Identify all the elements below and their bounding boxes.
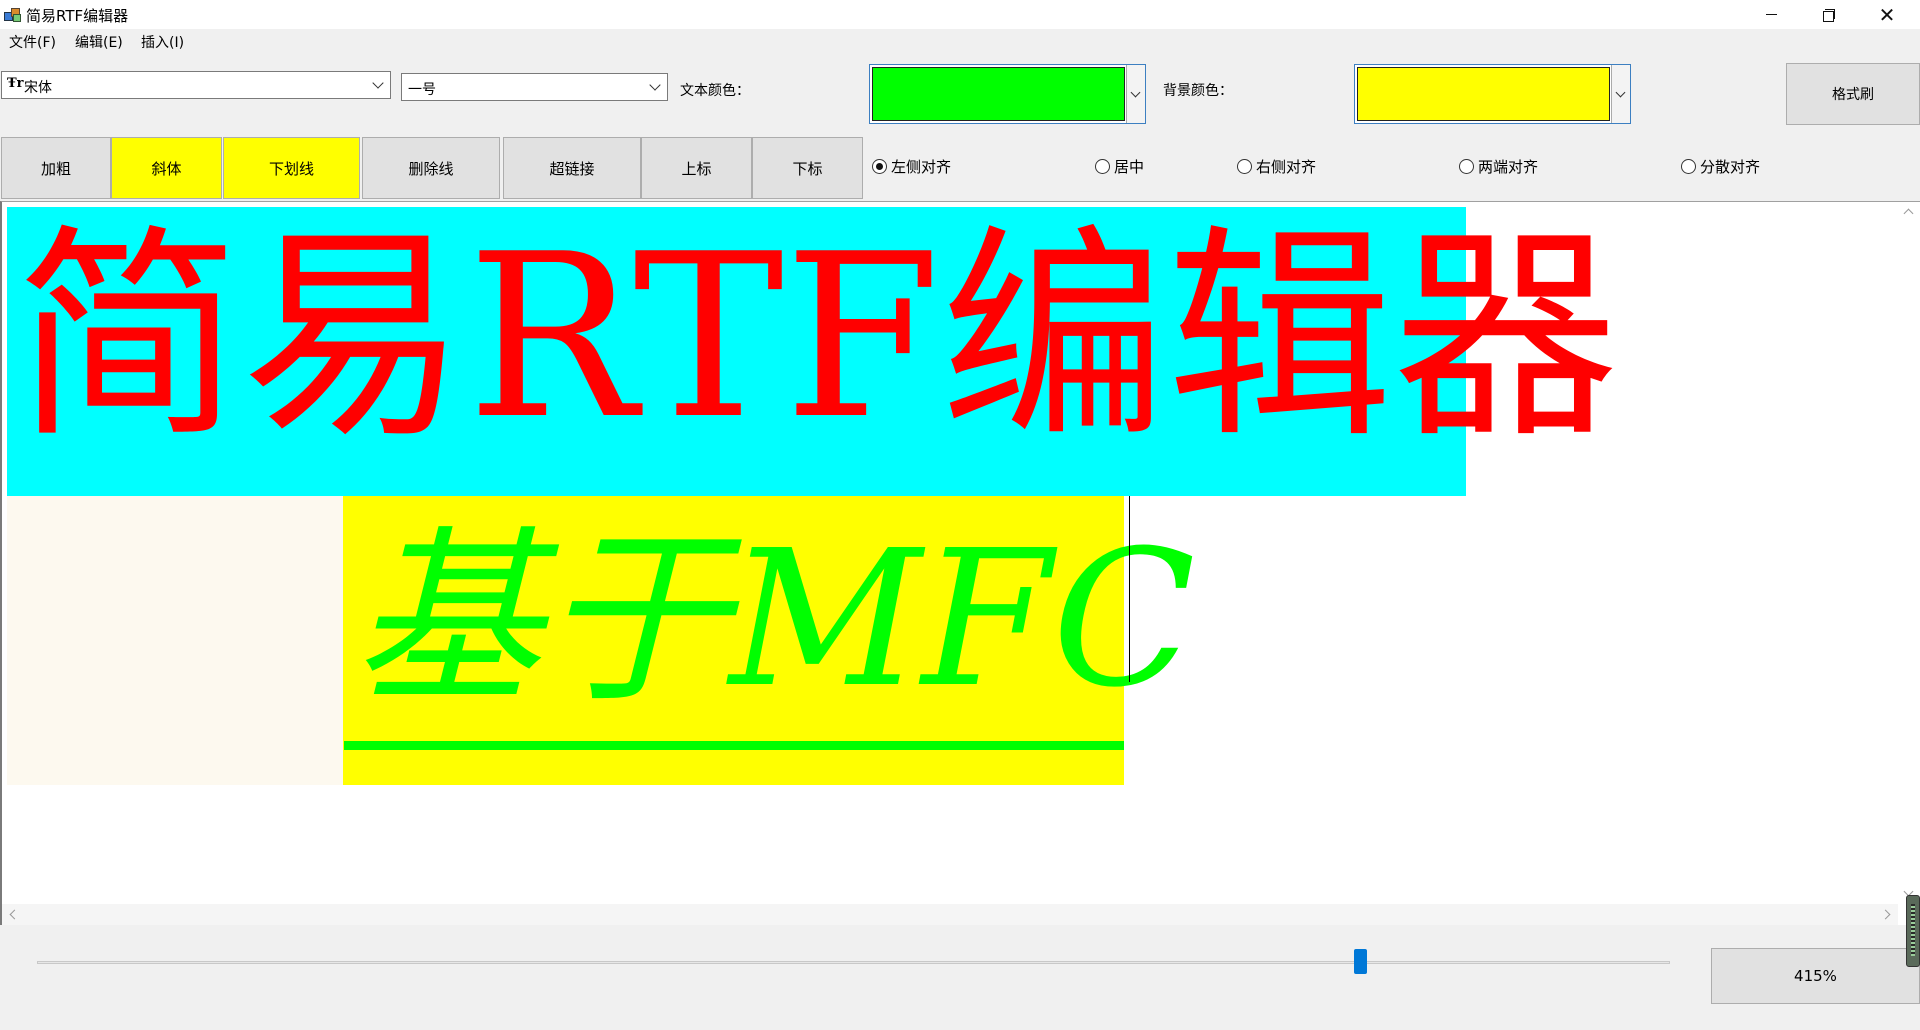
subscript-button[interactable]: 下标 (752, 137, 863, 199)
restore-icon (1823, 8, 1835, 22)
text-color-swatch (872, 67, 1125, 121)
radio-dot[interactable] (1095, 159, 1110, 174)
align-justify-radio[interactable]: 两端对齐 (1459, 156, 1538, 177)
underline-decoration (344, 741, 1124, 750)
minimize-icon (1765, 14, 1777, 15)
radio-dot[interactable] (1681, 159, 1696, 174)
radio-dot[interactable] (872, 159, 887, 174)
bg-color-picker[interactable] (1354, 64, 1631, 124)
underline-button[interactable]: 下划线 (223, 137, 360, 199)
zoom-slider-track[interactable] (37, 961, 1670, 964)
menu-edit[interactable]: 编辑(E) (75, 32, 123, 52)
radio-dot[interactable] (1459, 159, 1474, 174)
font-name-combo[interactable]: Ŧr 宋体 (1, 71, 391, 99)
align-justify-label: 两端对齐 (1478, 158, 1539, 176)
align-distribute-label: 分散对齐 (1700, 158, 1761, 176)
align-distribute-radio[interactable]: 分散对齐 (1681, 156, 1760, 177)
format-painter-button[interactable]: 格式刷 (1786, 63, 1920, 125)
rich-text-editor[interactable]: 简易RTF编辑器 基于MFC (0, 201, 1920, 925)
app-icon (4, 6, 22, 22)
font-name-value: 宋体 (24, 80, 52, 96)
align-left-radio[interactable]: 左侧对齐 (872, 156, 951, 177)
menu-file[interactable]: 文件(F) (9, 32, 56, 52)
chevron-down-icon[interactable] (1126, 65, 1145, 123)
horizontal-scrollbar[interactable] (2, 904, 1898, 925)
align-left-label: 左侧对齐 (891, 158, 952, 176)
font-type-icon: Ŧr (7, 76, 24, 91)
window-title: 简易RTF编辑器 (26, 7, 129, 25)
menu-insert[interactable]: 插入(I) (141, 32, 184, 52)
align-right-label: 右侧对齐 (1256, 158, 1317, 176)
menu-bar: 文件(F) 编辑(E) 插入(I) (0, 29, 1920, 53)
scroll-right-icon[interactable] (1880, 909, 1891, 920)
zoom-button[interactable]: 415% (1711, 948, 1920, 1004)
chevron-down-icon[interactable] (1611, 65, 1630, 123)
hyperlink-button[interactable]: 超链接 (503, 137, 641, 199)
document-subtitle-text: 基于MFC (353, 510, 1196, 729)
document-line-1: 简易RTF编辑器 (7, 207, 1619, 496)
document-line-2-indent (7, 496, 343, 785)
chevron-down-icon[interactable] (648, 77, 664, 97)
minimize-button[interactable] (1742, 0, 1800, 29)
align-right-radio[interactable]: 右侧对齐 (1237, 156, 1316, 177)
document-line-2: 基于MFC (343, 496, 1196, 785)
strikethrough-button[interactable]: 删除线 (362, 137, 500, 199)
restore-button[interactable] (1800, 0, 1858, 29)
italic-button[interactable]: 斜体 (111, 137, 222, 199)
text-color-label: 文本颜色： (680, 83, 750, 99)
title-bar: 简易RTF编辑器 ✕ (0, 0, 1920, 29)
bg-color-label: 背景颜色： (1163, 83, 1233, 99)
text-color-picker[interactable] (869, 64, 1146, 124)
scroll-left-icon[interactable] (9, 909, 20, 920)
radio-dot[interactable] (1237, 159, 1252, 174)
align-center-label: 居中 (1114, 158, 1145, 176)
bold-button[interactable]: 加粗 (1, 137, 111, 199)
zoom-slider-thumb[interactable] (1353, 949, 1367, 974)
close-button[interactable]: ✕ (1858, 0, 1916, 29)
scroll-up-icon[interactable] (1903, 208, 1914, 219)
text-caret (1129, 496, 1130, 682)
font-size-value: 一号 (408, 82, 436, 98)
chevron-down-icon[interactable] (371, 75, 387, 95)
font-size-combo[interactable]: 一号 (401, 73, 668, 101)
close-icon: ✕ (1878, 2, 1896, 27)
document-title-text: 简易RTF编辑器 (15, 206, 1619, 469)
align-center-radio[interactable]: 居中 (1095, 156, 1144, 177)
bg-color-swatch (1357, 67, 1610, 121)
superscript-button[interactable]: 上标 (641, 137, 752, 199)
resize-grip-icon[interactable] (1906, 895, 1920, 967)
vertical-scrollbar[interactable] (1898, 202, 1920, 904)
